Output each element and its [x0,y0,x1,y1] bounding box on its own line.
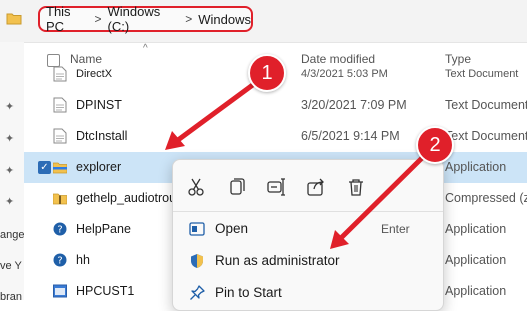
arrow-2 [330,155,425,249]
callout-badge-1: 1 [248,54,286,92]
callout-badge-2: 2 [416,126,454,164]
arrow-1 [165,78,261,150]
